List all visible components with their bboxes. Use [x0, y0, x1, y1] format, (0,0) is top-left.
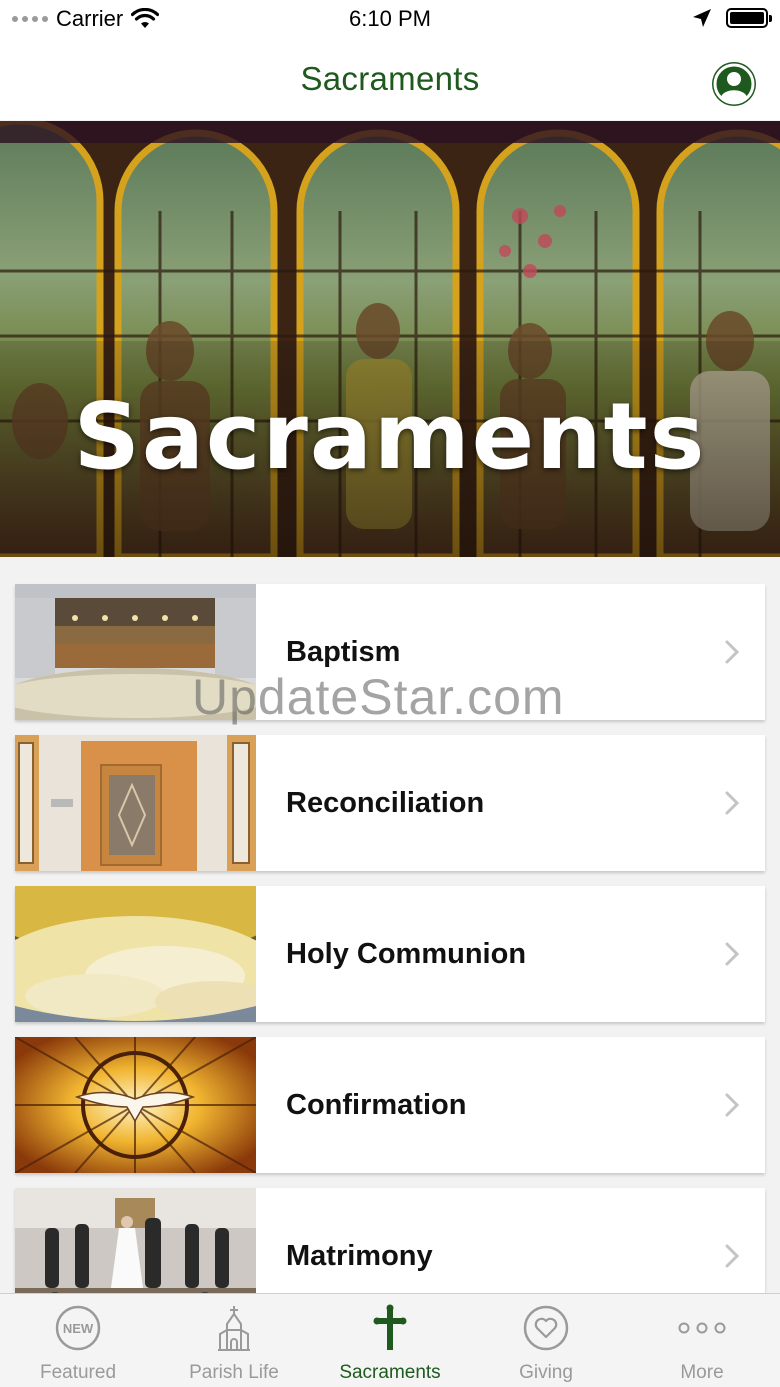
status-right [692, 8, 772, 28]
list-item-confirmation[interactable]: Confirmation [15, 1037, 765, 1173]
stained-glass-image [0, 121, 780, 557]
tab-label: More [680, 1362, 724, 1383]
location-arrow-icon [693, 9, 711, 27]
list-item-holy-communion[interactable]: Holy Communion [15, 886, 765, 1022]
tab-more[interactable]: More [624, 1294, 780, 1387]
profile-button[interactable] [712, 62, 756, 106]
chevron-right-icon [725, 942, 739, 966]
holy-communion-thumbnail [15, 886, 256, 1022]
tab-bar: NEW Featured Parish Life Sacraments Givi… [0, 1293, 780, 1387]
list-item-label: Holy Communion [286, 937, 527, 970]
cross-icon [373, 1304, 407, 1350]
heart-icon [523, 1305, 569, 1351]
list-item-label: Baptism [286, 635, 401, 668]
more-dots-icon [678, 1322, 726, 1334]
reconciliation-thumbnail [15, 735, 256, 871]
chevron-right-icon [725, 1244, 739, 1268]
tab-label: Parish Life [189, 1362, 279, 1383]
tab-label: Sacraments [339, 1362, 441, 1383]
confirmation-thumbnail [15, 1037, 256, 1173]
list-item-label: Reconciliation [286, 786, 485, 819]
church-icon [218, 1306, 250, 1351]
chevron-right-icon [725, 640, 739, 664]
nav-bar: Sacraments [0, 40, 780, 120]
user-icon [713, 63, 755, 105]
new-badge-icon: NEW [55, 1305, 101, 1351]
new-badge-text: NEW [63, 1321, 94, 1336]
sacrament-list: Baptism Reconciliation Holy Communion Co… [15, 584, 765, 1339]
hero-banner: Sacraments [0, 121, 780, 557]
battery-icon [726, 8, 772, 28]
page-title: Sacraments [300, 60, 480, 97]
tab-parish-life[interactable]: Parish Life [156, 1294, 312, 1387]
hero-title: Sacraments [73, 383, 707, 490]
status-bar: Carrier 6:10 PM [0, 0, 780, 40]
tab-giving[interactable]: Giving [468, 1294, 624, 1387]
baptism-thumbnail [15, 584, 256, 720]
list-item-baptism[interactable]: Baptism [15, 584, 765, 720]
list-item-label: Confirmation [286, 1088, 467, 1121]
status-time: 6:10 PM [349, 6, 431, 31]
list-item-reconciliation[interactable]: Reconciliation [15, 735, 765, 871]
tab-sacraments[interactable]: Sacraments [312, 1294, 468, 1387]
chevron-right-icon [725, 791, 739, 815]
chevron-right-icon [725, 1093, 739, 1117]
tab-label: Featured [39, 1362, 117, 1383]
tab-label: Giving [519, 1362, 573, 1383]
tab-featured[interactable]: NEW Featured [0, 1294, 156, 1387]
